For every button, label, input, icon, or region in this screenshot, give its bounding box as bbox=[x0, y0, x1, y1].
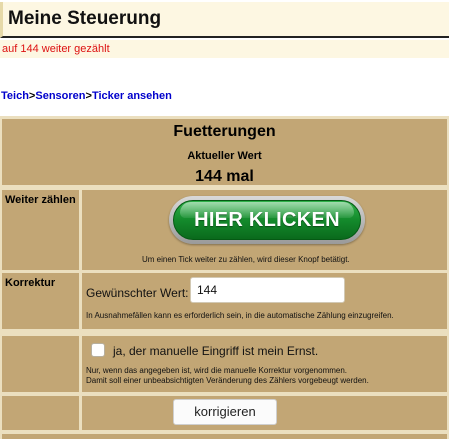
korrektur-field-cell: Gewünschter Wert: In Ausnahmefällen kann… bbox=[82, 273, 447, 329]
weiter-label-cell: Weiter zählen bbox=[2, 190, 79, 270]
confirm-hint-line2: Damit soll einer unbeabsichtigten Veränd… bbox=[86, 376, 369, 385]
korrektur-label-cell: Korrektur bbox=[2, 273, 79, 329]
counter-panel: Fuetterungen Aktueller Wert 144 mal Weit… bbox=[0, 116, 449, 439]
submit-label-cell bbox=[2, 396, 79, 430]
page-title: Meine Steuerung bbox=[8, 8, 162, 29]
korrektur-label: Korrektur bbox=[5, 277, 56, 289]
confirm-hint-line1: Nur, wenn das angegeben ist, wird die ma… bbox=[86, 366, 348, 375]
panel-footer bbox=[2, 434, 447, 439]
korrigieren-button[interactable]: korrigieren bbox=[173, 399, 277, 425]
confirm-cell: ja, der manuelle Eingriff ist mein Ernst… bbox=[82, 336, 447, 392]
weiter-action-cell: HIER KLICKEN Um einen Tick weiter zu zäh… bbox=[82, 190, 447, 270]
status-message-bar: auf 144 weiter gezählt bbox=[0, 40, 449, 58]
panel-header: Fuetterungen Aktueller Wert 144 mal bbox=[2, 119, 447, 185]
status-message: auf 144 weiter gezählt bbox=[2, 43, 110, 55]
app-header: Meine Steuerung bbox=[0, 2, 449, 38]
current-value: 144 mal bbox=[195, 168, 254, 185]
weiter-hint: Um einen Tick weiter zu zählen, wird die… bbox=[142, 255, 350, 264]
breadcrumb-sensoren[interactable]: Sensoren bbox=[35, 90, 85, 102]
breadcrumb: Teich>Sensoren>Ticker ansehen bbox=[1, 90, 172, 102]
hier-klicken-button[interactable]: HIER KLICKEN bbox=[169, 196, 365, 244]
panel-title: Fuetterungen bbox=[173, 123, 276, 140]
checkbox-unchecked-icon[interactable] bbox=[91, 343, 105, 357]
weiter-label: Weiter zählen bbox=[5, 194, 76, 206]
hier-klicken-button-face: HIER KLICKEN bbox=[173, 200, 361, 240]
korrektur-hint: In Ausnahmefällen kann es erforderlich s… bbox=[86, 311, 394, 320]
breadcrumb-ticker[interactable]: Ticker ansehen bbox=[92, 90, 172, 102]
desired-value-label: Gewünschter Wert: bbox=[86, 286, 189, 300]
panel-subtitle: Aktueller Wert bbox=[187, 150, 262, 162]
confirm-label-cell bbox=[2, 336, 79, 392]
submit-cell: korrigieren bbox=[82, 396, 447, 430]
hier-klicken-button-label: HIER KLICKEN bbox=[194, 209, 340, 231]
breadcrumb-teich[interactable]: Teich bbox=[1, 90, 29, 102]
confirm-checkbox-label[interactable]: ja, der manuelle Eingriff ist mein Ernst… bbox=[113, 344, 318, 358]
desired-value-input[interactable] bbox=[190, 277, 345, 303]
